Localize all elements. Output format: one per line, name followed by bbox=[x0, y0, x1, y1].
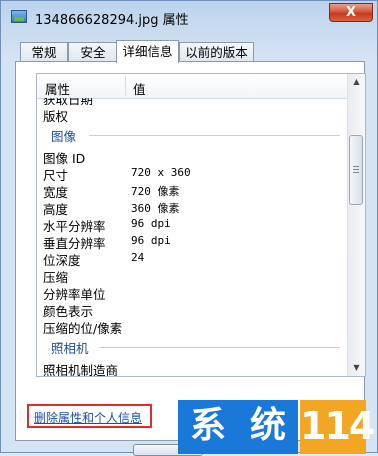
list-item[interactable]: 版权 bbox=[37, 106, 348, 124]
list-item[interactable]: 压缩 bbox=[37, 267, 348, 285]
property-value: 96 dpi bbox=[131, 234, 171, 247]
properties-list[interactable]: 属性 值 获取日期 版权 图像 图像 ID 尺寸 720 x 360 宽度 72… bbox=[36, 73, 366, 377]
tab-details[interactable]: 详细信息 bbox=[116, 40, 179, 63]
tab-security[interactable]: 安全 bbox=[68, 42, 118, 62]
tab-general[interactable]: 常规 bbox=[20, 42, 68, 62]
tab-details-label: 详细信息 bbox=[122, 44, 173, 59]
list-item[interactable]: 尺寸 720 x 360 bbox=[37, 165, 348, 183]
grip-line bbox=[353, 166, 359, 167]
list-item[interactable]: 水平分辨率 96 dpi bbox=[37, 216, 348, 234]
title-bar[interactable]: 134866628294.jpg 属性 X bbox=[1, 1, 378, 33]
group-label: 照相机 bbox=[51, 338, 93, 357]
list-header: 属性 值 bbox=[37, 74, 348, 99]
scroll-thumb[interactable] bbox=[349, 135, 363, 205]
list-item[interactable]: 宽度 720 像素 bbox=[37, 182, 348, 200]
close-icon: X bbox=[345, 5, 357, 20]
column-divider[interactable] bbox=[125, 76, 126, 96]
property-value: 720 x 360 bbox=[131, 166, 191, 179]
tab-previous-versions-label: 以前的版本 bbox=[185, 45, 248, 60]
group-divider bbox=[99, 347, 340, 348]
properties-window: 134866628294.jpg 属性 X 常规 安全 详细信息 以前的版本 属… bbox=[0, 0, 378, 456]
property-value: 24 bbox=[131, 251, 145, 264]
close-button[interactable]: X bbox=[329, 3, 373, 22]
group-header-camera: 照相机 bbox=[37, 338, 348, 357]
tab-previous-versions[interactable]: 以前的版本 bbox=[179, 42, 254, 62]
watermark-logo: 系 统 114 bbox=[178, 400, 378, 454]
tab-security-label: 安全 bbox=[80, 45, 106, 60]
column-header-property[interactable]: 属性 bbox=[45, 79, 70, 98]
list-item[interactable]: 压缩的位/像素 bbox=[37, 318, 348, 336]
tab-general-label: 常规 bbox=[31, 45, 57, 60]
property-name: 照相机制造商 bbox=[43, 363, 119, 376]
logo-number: 114 bbox=[300, 400, 375, 454]
vertical-scrollbar[interactable]: ▲ ▼ bbox=[347, 74, 365, 376]
scroll-down-icon[interactable]: ▼ bbox=[349, 360, 364, 376]
property-value: 360 像素 bbox=[131, 202, 180, 215]
grip-line bbox=[353, 169, 359, 170]
logo-char: 系 bbox=[178, 400, 238, 454]
window-title: 134866628294.jpg 属性 bbox=[35, 13, 189, 28]
logo-char: 统 bbox=[238, 400, 298, 454]
property-value: 96 dpi bbox=[131, 217, 171, 230]
property-name: 压缩的位/像素 bbox=[43, 321, 123, 336]
list-rows: 获取日期 版权 图像 图像 ID 尺寸 720 x 360 宽度 720 像素 … bbox=[37, 98, 348, 376]
group-divider bbox=[89, 135, 340, 136]
list-item[interactable]: 垂直分辨率 96 dpi bbox=[37, 233, 348, 251]
list-item[interactable]: 颜色表示 bbox=[37, 301, 348, 319]
property-name: 版权 bbox=[43, 109, 69, 124]
list-item[interactable]: 位深度 24 bbox=[37, 250, 348, 268]
column-header-value[interactable]: 值 bbox=[133, 79, 146, 98]
list-item[interactable]: 照相机制造商 bbox=[37, 360, 348, 376]
group-label: 图像 bbox=[51, 126, 81, 145]
list-item[interactable]: 高度 360 像素 bbox=[37, 199, 348, 217]
property-value: 720 像素 bbox=[131, 185, 180, 198]
remove-properties-link[interactable]: 删除属性和个人信息 bbox=[34, 409, 142, 426]
list-item[interactable]: 获取日期 bbox=[37, 98, 348, 107]
list-item[interactable]: 分辨率单位 bbox=[37, 284, 348, 302]
group-header-image: 图像 bbox=[37, 126, 348, 145]
image-file-icon bbox=[11, 10, 27, 23]
grip-line bbox=[353, 172, 359, 173]
scroll-up-icon[interactable]: ▲ bbox=[349, 74, 364, 90]
details-panel: 属性 值 获取日期 版权 图像 图像 ID 尺寸 720 x 360 宽度 72… bbox=[15, 61, 366, 441]
list-item[interactable]: 图像 ID bbox=[37, 148, 348, 166]
